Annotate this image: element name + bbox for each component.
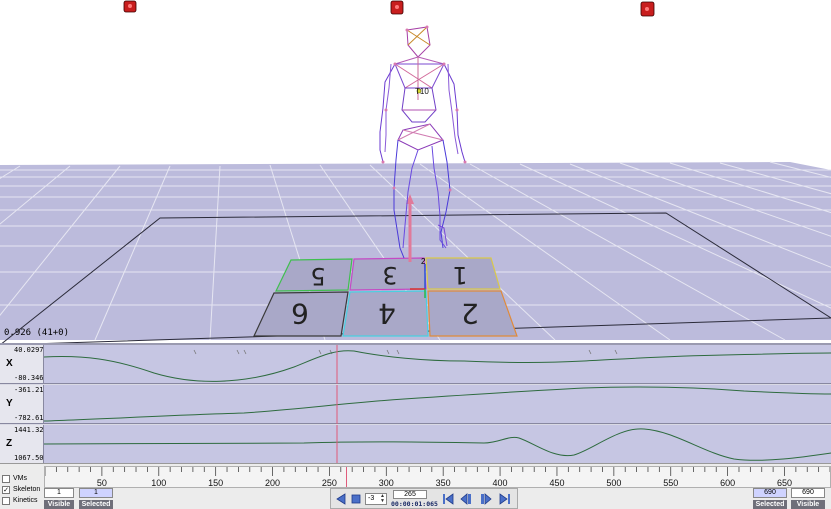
step-forward-icon[interactable]	[479, 492, 493, 506]
tick-label: 250	[322, 478, 337, 487]
force-plate-label: 2	[461, 297, 479, 330]
graph-plot-z[interactable]	[43, 425, 831, 464]
graph-row-x: 40.0297 X -80.3460	[0, 345, 831, 384]
graph-row-z: 1441.32 Z 1067.50	[0, 425, 831, 464]
step-size-spinner[interactable]: -3 ▲ ▼	[365, 493, 387, 505]
tick-label: 500	[606, 478, 621, 487]
skeleton-checkbox[interactable]: ✓	[2, 485, 10, 494]
graph-axis-name: X	[6, 358, 13, 369]
graph-plot-y[interactable]	[43, 385, 831, 424]
selected-start-field[interactable]: 1	[79, 488, 113, 498]
3d-viewport[interactable]: 5 3 1 6 4 2 2 T10 0.926 (41+0)	[0, 0, 831, 343]
trajectory-curve-x	[43, 350, 831, 382]
selected-end-field[interactable]: 690	[753, 488, 787, 498]
force-plate-label: 1	[452, 261, 467, 289]
visible-start-field[interactable]: 1	[44, 488, 74, 498]
selected-start-button[interactable]: Selected	[79, 500, 113, 509]
graph-max-value: 1441.32	[14, 426, 44, 434]
ruler-tick-labels: 50 100 150 200 250 300 350 400 450 500 5…	[97, 478, 792, 488]
kinetics-checkbox[interactable]	[2, 496, 10, 505]
current-frame-field[interactable]: 265	[393, 490, 427, 499]
selected-end-button[interactable]: Selected	[753, 500, 787, 509]
timeline-bar: VMs ✓ Skeleton Kinetics 50 100 150 200 2…	[0, 463, 831, 509]
graph-label-z: 1441.32 Z 1067.50	[0, 425, 44, 464]
transport-controls: -3 ▲ ▼ 265 00:00:01:065	[330, 488, 518, 509]
graph-label-x: 40.0297 X -80.3460	[0, 345, 48, 384]
trajectory-graph-panel: 40.0297 X -80.3460 -361.217 Y -782.613 1…	[0, 343, 831, 464]
force-plate-label: 3	[382, 261, 397, 289]
go-last-icon[interactable]	[498, 492, 512, 506]
checkbox-label: VMs	[13, 475, 27, 482]
visible-end-button[interactable]: Visible	[791, 500, 825, 509]
checkbox-label: Kinetics	[13, 497, 38, 504]
checkbox-label: Skeleton	[13, 486, 41, 493]
graph-min-value: -782.613	[14, 414, 48, 422]
graph-label-y: -361.217 Y -782.613	[0, 385, 48, 424]
play-reverse-icon[interactable]	[334, 492, 348, 506]
force-plate-label: 4	[378, 297, 396, 330]
graph-min-value: 1067.50	[14, 454, 44, 462]
graph-max-value: 40.0297	[14, 346, 44, 354]
scene-canvas[interactable]: 5 3 1 6 4 2 2 T10	[0, 0, 831, 343]
tick-label: 550	[663, 478, 678, 487]
visible-start-button[interactable]: Visible	[44, 500, 74, 509]
trajectory-curve-z	[43, 428, 831, 461]
checkbox-vms[interactable]: VMs	[2, 473, 27, 484]
visible-end-field[interactable]: 690	[791, 488, 825, 498]
frame-ruler[interactable]: 50 100 150 200 250 300 350 400 450 500 5…	[44, 466, 831, 488]
force-plate-label: 5	[310, 262, 325, 290]
go-first-icon[interactable]	[441, 492, 455, 506]
marker-label: T10	[415, 87, 429, 96]
checkbox-kinetics[interactable]: Kinetics	[2, 495, 38, 506]
step-size-value: -3	[368, 495, 375, 502]
graph-min-value: -80.3460	[14, 374, 48, 382]
checkbox-skeleton[interactable]: ✓ Skeleton	[2, 484, 40, 495]
vms-checkbox[interactable]	[2, 474, 10, 483]
spinner-arrows-icon[interactable]: ▲ ▼	[380, 494, 385, 504]
camera-icon[interactable]	[123, 0, 137, 13]
graph-max-value: -361.217	[14, 386, 48, 394]
tick-label: 450	[549, 478, 564, 487]
tick-label: 400	[493, 478, 508, 487]
stop-icon[interactable]	[349, 492, 363, 506]
frame-readout: 0.926 (41+0)	[4, 328, 70, 338]
graph-axis-name: Z	[6, 438, 13, 449]
tick-label: 350	[436, 478, 451, 487]
camera-icon[interactable]	[640, 1, 655, 17]
tick-label: 200	[265, 478, 280, 487]
gap-markers	[193, 349, 618, 355]
force-plate-label: 6	[291, 297, 309, 330]
graph-row-y: -361.217 Y -782.613	[0, 385, 831, 424]
tick-label: 100	[151, 478, 166, 487]
origin-label: 2	[421, 257, 426, 266]
graph-plot-x[interactable]	[43, 345, 831, 384]
tick-label: 150	[208, 478, 223, 487]
camera-icon[interactable]	[390, 0, 404, 15]
ruler-ticks	[44, 467, 831, 476]
step-back-icon[interactable]	[459, 492, 473, 506]
time-readout: 00:00:01:065	[391, 500, 438, 508]
tick-label: 650	[777, 478, 792, 487]
graph-axis-name: Y	[6, 398, 13, 409]
trajectory-curve-y	[43, 386, 831, 422]
tick-label: 50	[97, 478, 107, 487]
tick-label: 300	[379, 478, 394, 487]
tick-label: 600	[720, 478, 735, 487]
